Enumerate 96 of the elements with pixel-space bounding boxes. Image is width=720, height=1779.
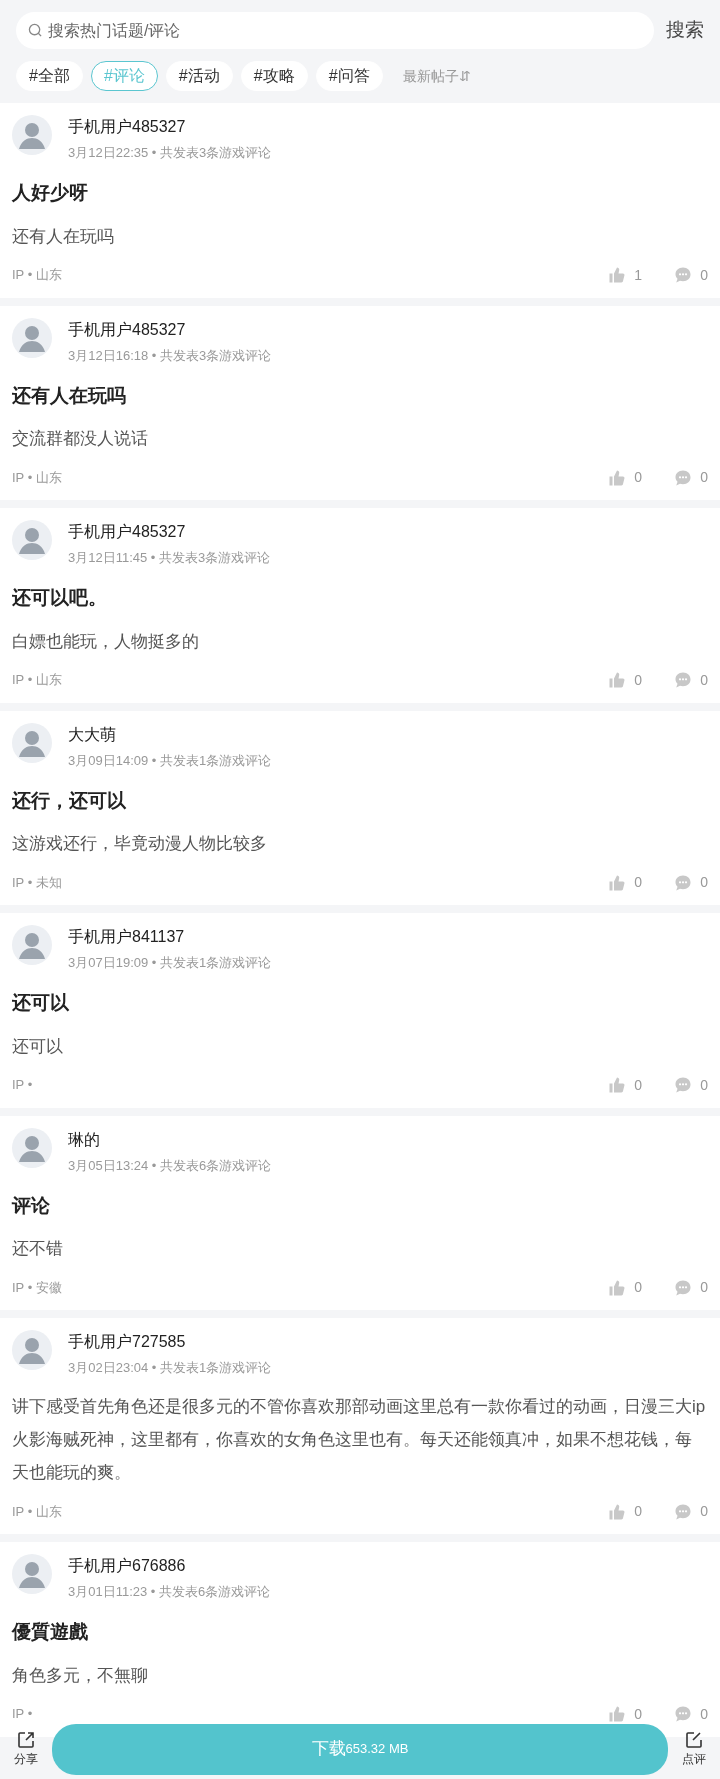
comment-icon[interactable] bbox=[674, 1705, 693, 1723]
user-name: 手机用户485327 bbox=[68, 319, 187, 340]
tag-chip[interactable]: #活动 bbox=[165, 61, 233, 91]
ip-location: IP • 安徽 bbox=[12, 1278, 62, 1297]
comment-icon[interactable] bbox=[674, 873, 693, 892]
ip-location: IP • 山东 bbox=[12, 671, 62, 690]
post-card[interactable]: 手机用户485327 3月12日22:35 • 共发表3条游戏评论 人好少呀 还有人在玩吗 IP • 山东 1 0 bbox=[0, 103, 720, 298]
post-title: 还行，还可以 bbox=[12, 788, 127, 813]
post-card[interactable]: 手机用户676886 3月01日11:23 • 共发表6条游戏评论 優質遊戲 角色多元，不無聊 IP • 0 0 bbox=[0, 1542, 720, 1737]
user-name: 手机用户727585 bbox=[68, 1332, 187, 1352]
thumbs-up-icon[interactable] bbox=[608, 468, 627, 487]
ip-location: IP • 山东 bbox=[12, 1502, 62, 1521]
like-count: 0 bbox=[634, 873, 643, 892]
post-body: 这游戏还行，毕竟动漫人物比较多 bbox=[12, 833, 268, 855]
like-count: 0 bbox=[634, 1075, 643, 1095]
avatar-icon bbox=[12, 520, 52, 560]
search-button[interactable]: 搜索 bbox=[666, 16, 704, 45]
comment-icon[interactable] bbox=[674, 1502, 693, 1521]
post-body: 还有人在玩吗 bbox=[12, 225, 115, 248]
post-card[interactable]: 手机用户841137 3月07日19:09 • 共发表1条游戏评论 还可以 还可以 IP • 0 0 bbox=[0, 913, 720, 1108]
tag-chip[interactable]: #攻略 bbox=[240, 61, 308, 91]
comment-icon[interactable] bbox=[674, 266, 693, 284]
ip-location: IP • 山东 bbox=[12, 468, 62, 487]
post-meta: 3月12日22:35 • 共发表3条游戏评论 bbox=[68, 144, 272, 162]
avatar-icon bbox=[12, 1127, 52, 1168]
comment-count: 0 bbox=[700, 1278, 708, 1297]
ip-location: IP • bbox=[12, 1705, 33, 1724]
like-count: 1 bbox=[634, 265, 643, 285]
avatar-icon bbox=[12, 1554, 52, 1594]
post-meta: 3月01日11:23 • 共发表6条游戏评论 bbox=[68, 1583, 271, 1601]
like-count: 0 bbox=[634, 1704, 643, 1724]
avatar-icon bbox=[12, 1330, 52, 1370]
search-field[interactable]: 搜索热门话题/评论 bbox=[16, 12, 654, 49]
thumbs-up-icon[interactable] bbox=[608, 1076, 627, 1094]
edit-icon bbox=[684, 1730, 704, 1750]
ip-location: IP • bbox=[12, 1076, 33, 1095]
user-name: 手机用户485327 bbox=[68, 522, 187, 542]
share-icon bbox=[16, 1730, 36, 1750]
post-card[interactable]: 琳的 3月05日13:24 • 共发表6条游戏评论 评论 还不错 IP • 安徽 0 0 bbox=[0, 1115, 720, 1310]
comment-icon[interactable] bbox=[674, 671, 693, 689]
post-body: 讲下感受首先角色还是很多元的不管你喜欢那部动画这里总有一款你看过的动画，日漫三大ip火影海贼死神，这里都有，你喜欢的女角色这里也有。每天还能领真冲，如果不想花钱，每天也能玩的爽。 bbox=[12, 1396, 707, 1484]
thumbs-up-icon[interactable] bbox=[608, 671, 627, 689]
post-card[interactable]: 大大萌 3月09日14:09 • 共发表1条游戏评论 还行，还可以 这游戏还行，毕竟动漫人物比较多 IP • 未知 0 0 bbox=[0, 710, 720, 905]
comment-count: 0 bbox=[700, 1704, 708, 1724]
avatar-icon bbox=[12, 317, 52, 358]
post-body: 还不错 bbox=[12, 1238, 64, 1260]
post-body: 交流群都没人说话 bbox=[12, 428, 149, 450]
thumbs-up-icon[interactable] bbox=[608, 1502, 627, 1521]
comment-icon[interactable] bbox=[674, 1278, 693, 1297]
user-name: 手机用户676886 bbox=[68, 1556, 187, 1576]
tag-chip[interactable]: #全部 bbox=[16, 61, 83, 91]
user-name: 大大萌 bbox=[68, 724, 117, 745]
like-count: 0 bbox=[634, 670, 643, 690]
user-name: 手机用户841137 bbox=[68, 927, 186, 947]
comment-count: 0 bbox=[700, 873, 708, 892]
post-body: 白嫖也能玩，人物挺多的 bbox=[12, 630, 200, 653]
like-count: 0 bbox=[634, 1278, 643, 1297]
post-body: 角色多元，不無聊 bbox=[12, 1664, 149, 1687]
post-title: 人好少呀 bbox=[12, 181, 89, 205]
post-meta: 3月12日11:45 • 共发表3条游戏评论 bbox=[68, 549, 271, 567]
post-title: 優質遊戲 bbox=[12, 1620, 89, 1644]
avatar-icon bbox=[12, 115, 52, 155]
thumbs-up-icon[interactable] bbox=[608, 1705, 627, 1723]
comment-count: 0 bbox=[700, 468, 708, 487]
user-name: 手机用户485327 bbox=[68, 117, 187, 137]
comment-count: 0 bbox=[700, 1075, 708, 1095]
avatar-icon bbox=[12, 722, 52, 763]
post-meta: 3月02日23:04 • 共发表1条游戏评论 bbox=[68, 1359, 272, 1377]
thumbs-up-icon[interactable] bbox=[608, 873, 627, 892]
ip-location: IP • 山东 bbox=[12, 266, 62, 285]
comment-icon[interactable] bbox=[674, 468, 693, 487]
thumbs-up-icon[interactable] bbox=[608, 1278, 627, 1297]
post-title: 还可以 bbox=[12, 991, 70, 1015]
comment-count: 0 bbox=[700, 1502, 708, 1521]
post-title: 评论 bbox=[12, 1193, 51, 1218]
search-icon bbox=[28, 23, 43, 38]
post-title: 还可以吧。 bbox=[12, 586, 108, 610]
post-meta: 3月12日16:18 • 共发表3条游戏评论 bbox=[68, 346, 272, 365]
post-meta: 3月07日19:09 • 共发表1条游戏评论 bbox=[68, 954, 272, 972]
avatar-icon bbox=[12, 925, 52, 965]
post-card[interactable]: 手机用户485327 3月12日16:18 • 共发表3条游戏评论 还有人在玩吗 交流群都没人说话 IP • 山东 0 0 bbox=[0, 305, 720, 500]
post-title: 还有人在玩吗 bbox=[12, 383, 127, 408]
ip-location: IP • 未知 bbox=[12, 873, 62, 892]
comment-count: 0 bbox=[700, 265, 708, 285]
comment-icon[interactable] bbox=[674, 1076, 693, 1094]
tag-chip[interactable]: #问答 bbox=[315, 61, 383, 91]
user-name: 琳的 bbox=[68, 1129, 101, 1150]
post-meta: 3月05日13:24 • 共发表6条游戏评论 bbox=[68, 1156, 272, 1175]
post-card[interactable]: 手机用户485327 3月12日11:45 • 共发表3条游戏评论 还可以吧。 白嫖也能玩，人物挺多的 IP • 山东 0 0 bbox=[0, 508, 720, 703]
post-meta: 3月09日14:09 • 共发表1条游戏评论 bbox=[68, 751, 272, 770]
like-count: 0 bbox=[634, 468, 643, 487]
thumbs-up-icon[interactable] bbox=[608, 266, 627, 284]
post-card[interactable]: 手机用户727585 3月02日23:04 • 共发表1条游戏评论 讲下感受首先角色还是很多元的不管你喜欢那部动画这里总有一款你看过的动画，日漫三大ip火影海贼死神，这里都有，你喜欢的女角色这里也有。每天还能领真冲，如果不想花钱，每天也能玩的爽。 IP • 山东 0 0 bbox=[0, 1318, 720, 1534]
comment-count: 0 bbox=[700, 670, 708, 690]
post-body: 还可以 bbox=[12, 1035, 64, 1058]
like-count: 0 bbox=[634, 1502, 643, 1521]
